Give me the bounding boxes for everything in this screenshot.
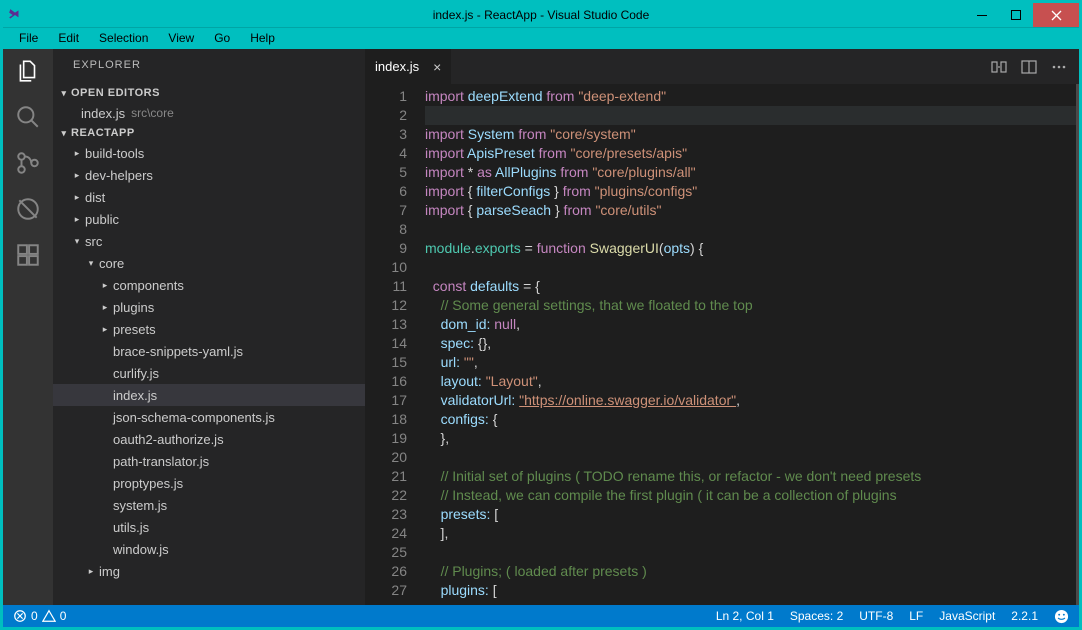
main-area: EXPLORER ▾ OPEN EDITORS index.jssrc\core… xyxy=(3,49,1079,605)
chevron-icon: ▸ xyxy=(71,170,83,181)
chevron-icon xyxy=(99,390,111,400)
open-editors-label: OPEN EDITORS xyxy=(71,87,160,99)
chevron-icon: ▸ xyxy=(71,214,83,225)
chevron-icon xyxy=(99,478,111,488)
activity-bar xyxy=(3,49,53,605)
tree-item-system-js[interactable]: system.js xyxy=(53,494,365,516)
window-title: index.js - ReactApp - Visual Studio Code xyxy=(433,8,650,22)
menu-edit[interactable]: Edit xyxy=(48,28,89,49)
debug-icon[interactable] xyxy=(14,195,42,223)
tree-item-src[interactable]: ▾src xyxy=(53,230,365,252)
menu-selection[interactable]: Selection xyxy=(89,28,158,49)
chevron-icon xyxy=(99,544,111,554)
status-problems[interactable]: 0 0 xyxy=(13,609,66,623)
file-tree: ▸build-tools▸dev-helpers▸dist▸public▾src… xyxy=(53,142,365,582)
chevron-down-icon: ▾ xyxy=(57,128,71,139)
sidebar-title: EXPLORER xyxy=(53,49,365,84)
error-count: 0 xyxy=(31,609,38,623)
open-editor-item[interactable]: index.jssrc\core xyxy=(53,102,365,124)
search-icon[interactable] xyxy=(14,103,42,131)
tree-item-components[interactable]: ▸components xyxy=(53,274,365,296)
tab-index-js[interactable]: index.js × xyxy=(365,49,451,84)
extensions-icon[interactable] xyxy=(14,241,42,269)
tree-item-dev-helpers[interactable]: ▸dev-helpers xyxy=(53,164,365,186)
tree-item-oauth2-authorize-js[interactable]: oauth2-authorize.js xyxy=(53,428,365,450)
chevron-icon xyxy=(99,346,111,356)
chevron-down-icon: ▾ xyxy=(57,88,71,99)
chevron-icon: ▸ xyxy=(99,302,111,313)
chevron-icon xyxy=(99,500,111,510)
chevron-icon: ▸ xyxy=(71,148,83,159)
window-controls xyxy=(965,3,1079,27)
open-editors-header[interactable]: ▾ OPEN EDITORS xyxy=(53,84,365,102)
project-label: REACTAPP xyxy=(71,127,135,139)
tree-item-json-schema-components-js[interactable]: json-schema-components.js xyxy=(53,406,365,428)
code-content[interactable]: import deepExtend from "deep-extend"impo… xyxy=(425,84,1079,605)
tree-item-core[interactable]: ▾core xyxy=(53,252,365,274)
chevron-icon: ▾ xyxy=(85,258,97,269)
titlebar: index.js - ReactApp - Visual Studio Code xyxy=(3,3,1079,27)
editor-region: index.js × 12345678910111213141516171819… xyxy=(365,49,1079,605)
source-control-icon[interactable] xyxy=(14,149,42,177)
menu-help[interactable]: Help xyxy=(240,28,285,49)
tree-item-proptypes-js[interactable]: proptypes.js xyxy=(53,472,365,494)
chevron-icon: ▸ xyxy=(99,324,111,335)
vs-logo-icon xyxy=(3,3,27,27)
editor-actions xyxy=(991,49,1079,84)
menu-go[interactable]: Go xyxy=(204,28,240,49)
menu-view[interactable]: View xyxy=(158,28,204,49)
status-bar: 0 0 Ln 2, Col 1 Spaces: 2 UTF-8 LF JavaS… xyxy=(3,605,1079,627)
tree-item-utils-js[interactable]: utils.js xyxy=(53,516,365,538)
status-eol[interactable]: LF xyxy=(909,609,923,624)
chevron-icon: ▸ xyxy=(85,566,97,577)
compare-icon[interactable] xyxy=(991,59,1007,75)
tab-label: index.js xyxy=(375,59,419,74)
split-editor-icon[interactable] xyxy=(1021,59,1037,75)
editor-tabs: index.js × xyxy=(365,49,1079,84)
project-header[interactable]: ▾ REACTAPP xyxy=(53,124,365,142)
explorer-sidebar: EXPLORER ▾ OPEN EDITORS index.jssrc\core… xyxy=(53,49,365,605)
status-cursor[interactable]: Ln 2, Col 1 xyxy=(716,609,774,624)
tree-item-brace-snippets-yaml-js[interactable]: brace-snippets-yaml.js xyxy=(53,340,365,362)
tree-item-public[interactable]: ▸public xyxy=(53,208,365,230)
tree-item-build-tools[interactable]: ▸build-tools xyxy=(53,142,365,164)
tree-item-window-js[interactable]: window.js xyxy=(53,538,365,560)
warning-count: 0 xyxy=(60,609,67,623)
chevron-icon xyxy=(99,412,111,422)
chevron-icon xyxy=(99,456,111,466)
chevron-icon: ▸ xyxy=(99,280,111,291)
tree-item-path-translator-js[interactable]: path-translator.js xyxy=(53,450,365,472)
menubar: FileEditSelectionViewGoHelp xyxy=(3,27,1079,49)
code-editor[interactable]: 1234567891011121314151617181920212223242… xyxy=(365,84,1079,605)
status-language[interactable]: JavaScript xyxy=(939,609,995,624)
maximize-button[interactable] xyxy=(999,3,1033,27)
more-icon[interactable] xyxy=(1051,59,1067,75)
chevron-icon xyxy=(99,522,111,532)
explorer-icon[interactable] xyxy=(14,57,42,85)
minimize-button[interactable] xyxy=(965,3,999,27)
line-numbers: 1234567891011121314151617181920212223242… xyxy=(365,84,425,605)
close-tab-icon[interactable]: × xyxy=(433,59,441,75)
status-encoding[interactable]: UTF-8 xyxy=(859,609,893,624)
chevron-icon: ▸ xyxy=(71,192,83,203)
tree-item-index-js[interactable]: index.js xyxy=(53,384,365,406)
tree-item-curlify-js[interactable]: curlify.js xyxy=(53,362,365,384)
chevron-icon xyxy=(99,434,111,444)
tree-item-presets[interactable]: ▸presets xyxy=(53,318,365,340)
status-indent[interactable]: Spaces: 2 xyxy=(790,609,843,624)
chevron-icon: ▾ xyxy=(71,236,83,247)
close-button[interactable] xyxy=(1033,3,1079,27)
vscode-window: index.js - ReactApp - Visual Studio Code… xyxy=(3,3,1079,627)
status-version[interactable]: 2.2.1 xyxy=(1011,609,1038,624)
feedback-icon[interactable] xyxy=(1054,609,1069,624)
tree-item-plugins[interactable]: ▸plugins xyxy=(53,296,365,318)
tree-item-dist[interactable]: ▸dist xyxy=(53,186,365,208)
tree-item-img[interactable]: ▸img xyxy=(53,560,365,582)
chevron-icon xyxy=(99,368,111,378)
menu-file[interactable]: File xyxy=(9,28,48,49)
